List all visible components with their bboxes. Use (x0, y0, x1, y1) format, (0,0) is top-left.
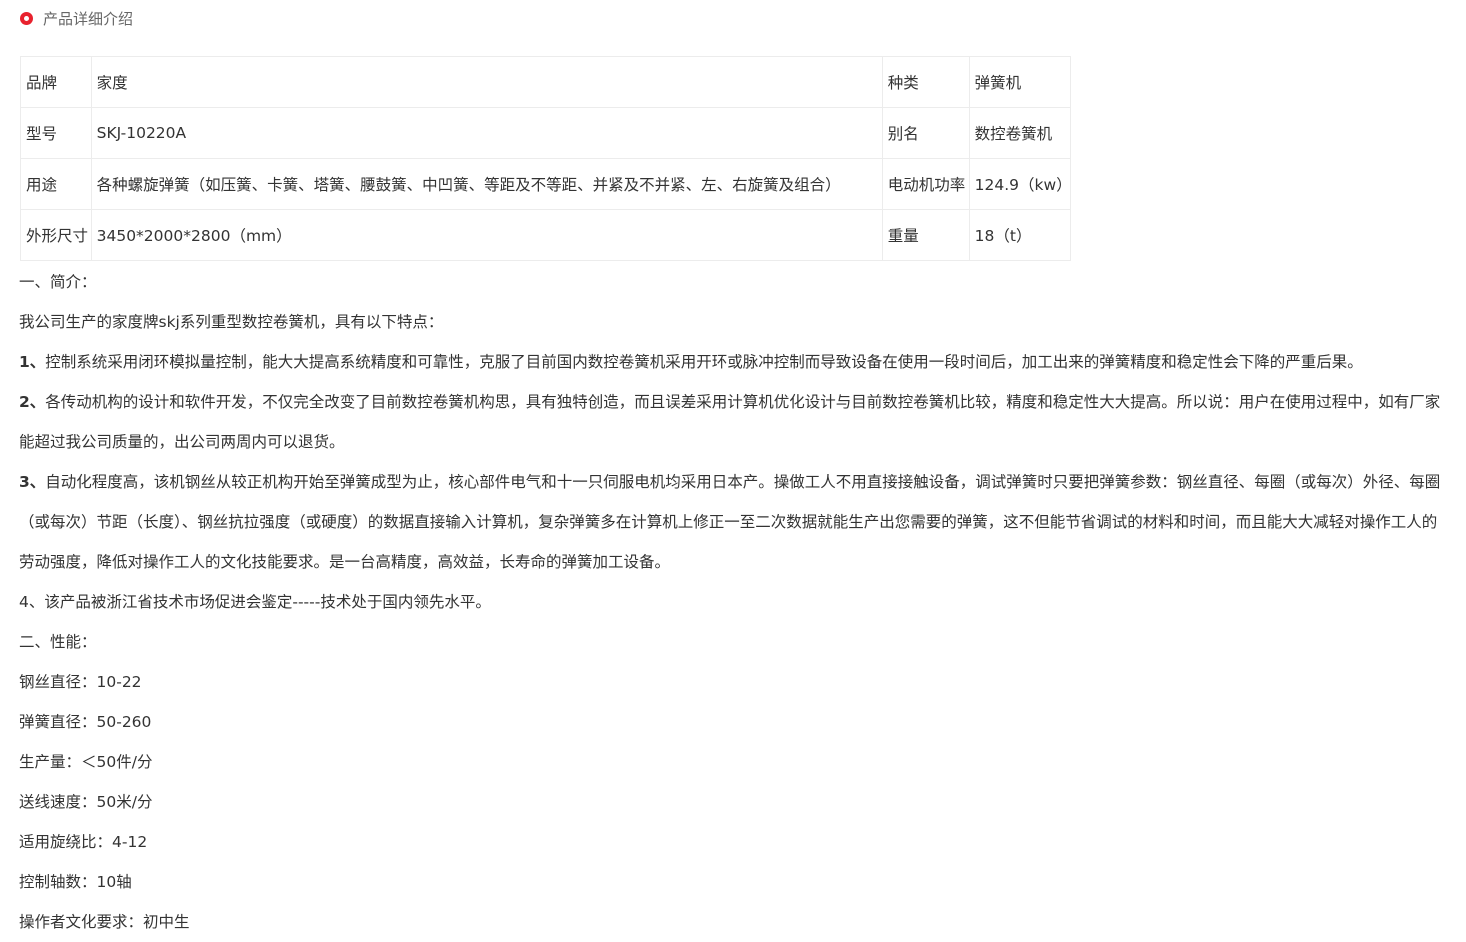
spec-value: 18（t） (968, 209, 1072, 261)
red-dot-icon (20, 11, 33, 25)
feature-paragraph: 3、自动化程度高，该机钢丝从较正机构开始至弹簧成型为止，核心部件电气和十一只伺服… (19, 462, 1449, 582)
feature-number: 3、 (19, 473, 46, 491)
feature-text: 各传动机构的设计和软件开发，不仅完全改变了目前数控卷簧机构思，具有独特创造，而且… (19, 393, 1441, 451)
spec-label: 种类 (881, 56, 970, 108)
feature-paragraph: 2、各传动机构的设计和软件开发，不仅完全改变了目前数控卷簧机构思，具有独特创造，… (19, 382, 1449, 462)
spec-value: SKJ-10220A (90, 107, 883, 159)
spec-label: 型号 (20, 107, 92, 159)
list-item: 生产量：＜50件/分 (19, 753, 153, 771)
spec-value: 各种螺旋弹簧（如压簧、卡簧、塔簧、腰鼓簧、中凹簧、等距及不等距、并紧及不并紧、左… (90, 158, 883, 210)
list-item: 弹簧直径：50-260 (19, 713, 152, 731)
list-item: 控制轴数：10轴 (19, 873, 132, 891)
spec-label: 重量 (881, 209, 970, 261)
spec-label: 电动机功率 (881, 158, 970, 210)
spec-value: 弹簧机 (968, 56, 1072, 108)
feature-number: 1、 (19, 353, 46, 371)
feature-text: 自动化程度高，该机钢丝从较正机构开始至弹簧成型为止，核心部件电气和十一只伺服电机… (19, 473, 1441, 571)
table-row: 用途 各种螺旋弹簧（如压簧、卡簧、塔簧、腰鼓簧、中凹簧、等距及不等距、并紧及不并… (20, 158, 1072, 210)
spec-value: 家度 (90, 56, 883, 108)
spec-label: 品牌 (20, 56, 92, 108)
feature-paragraph: 1、控制系统采用闭环模拟量控制，能大大提高系统精度和可靠性，克服了目前国内数控卷… (19, 342, 1449, 382)
section-title: 产品详细介绍 (43, 9, 134, 28)
spec-value: 3450*2000*2800（mm） (90, 209, 883, 261)
spec-label: 用途 (20, 158, 92, 210)
feature-paragraph: 4、该产品被浙江省技术市场促进会鉴定-----技术处于国内领先水平。 (19, 593, 491, 611)
product-description: 一、简介： 我公司生产的家度牌skj系列重型数控卷簧机，具有以下特点： 1、控制… (19, 262, 1449, 942)
list-item: 钢丝直径：10-22 (19, 673, 142, 691)
spec-label: 别名 (881, 107, 970, 159)
intro-heading: 一、简介： (19, 273, 97, 291)
table-row: 品牌 家度 种类 弹簧机 (20, 56, 1072, 108)
spec-table: 品牌 家度 种类 弹簧机 型号 SKJ-10220A 别名 数控卷簧机 用途 各… (20, 56, 1072, 261)
section-header: 产品详细介绍 (20, 7, 133, 29)
list-item: 送线速度：50米/分 (19, 793, 153, 811)
intro-line: 我公司生产的家度牌skj系列重型数控卷簧机，具有以下特点： (19, 313, 444, 331)
table-row: 外形尺寸 3450*2000*2800（mm） 重量 18（t） (20, 209, 1072, 261)
spec-value: 124.9（kw） (968, 158, 1072, 210)
spec-value: 数控卷簧机 (968, 107, 1072, 159)
feature-text: 控制系统采用闭环模拟量控制，能大大提高系统精度和可靠性，克服了目前国内数控卷簧机… (45, 353, 1363, 371)
list-item: 适用旋绕比：4-12 (19, 833, 148, 851)
spec-label: 外形尺寸 (20, 209, 92, 261)
table-row: 型号 SKJ-10220A 别名 数控卷簧机 (20, 107, 1072, 159)
performance-heading: 二、性能： (19, 633, 97, 651)
feature-number: 2、 (19, 393, 46, 411)
list-item: 操作者文化要求：初中生 (19, 913, 190, 931)
